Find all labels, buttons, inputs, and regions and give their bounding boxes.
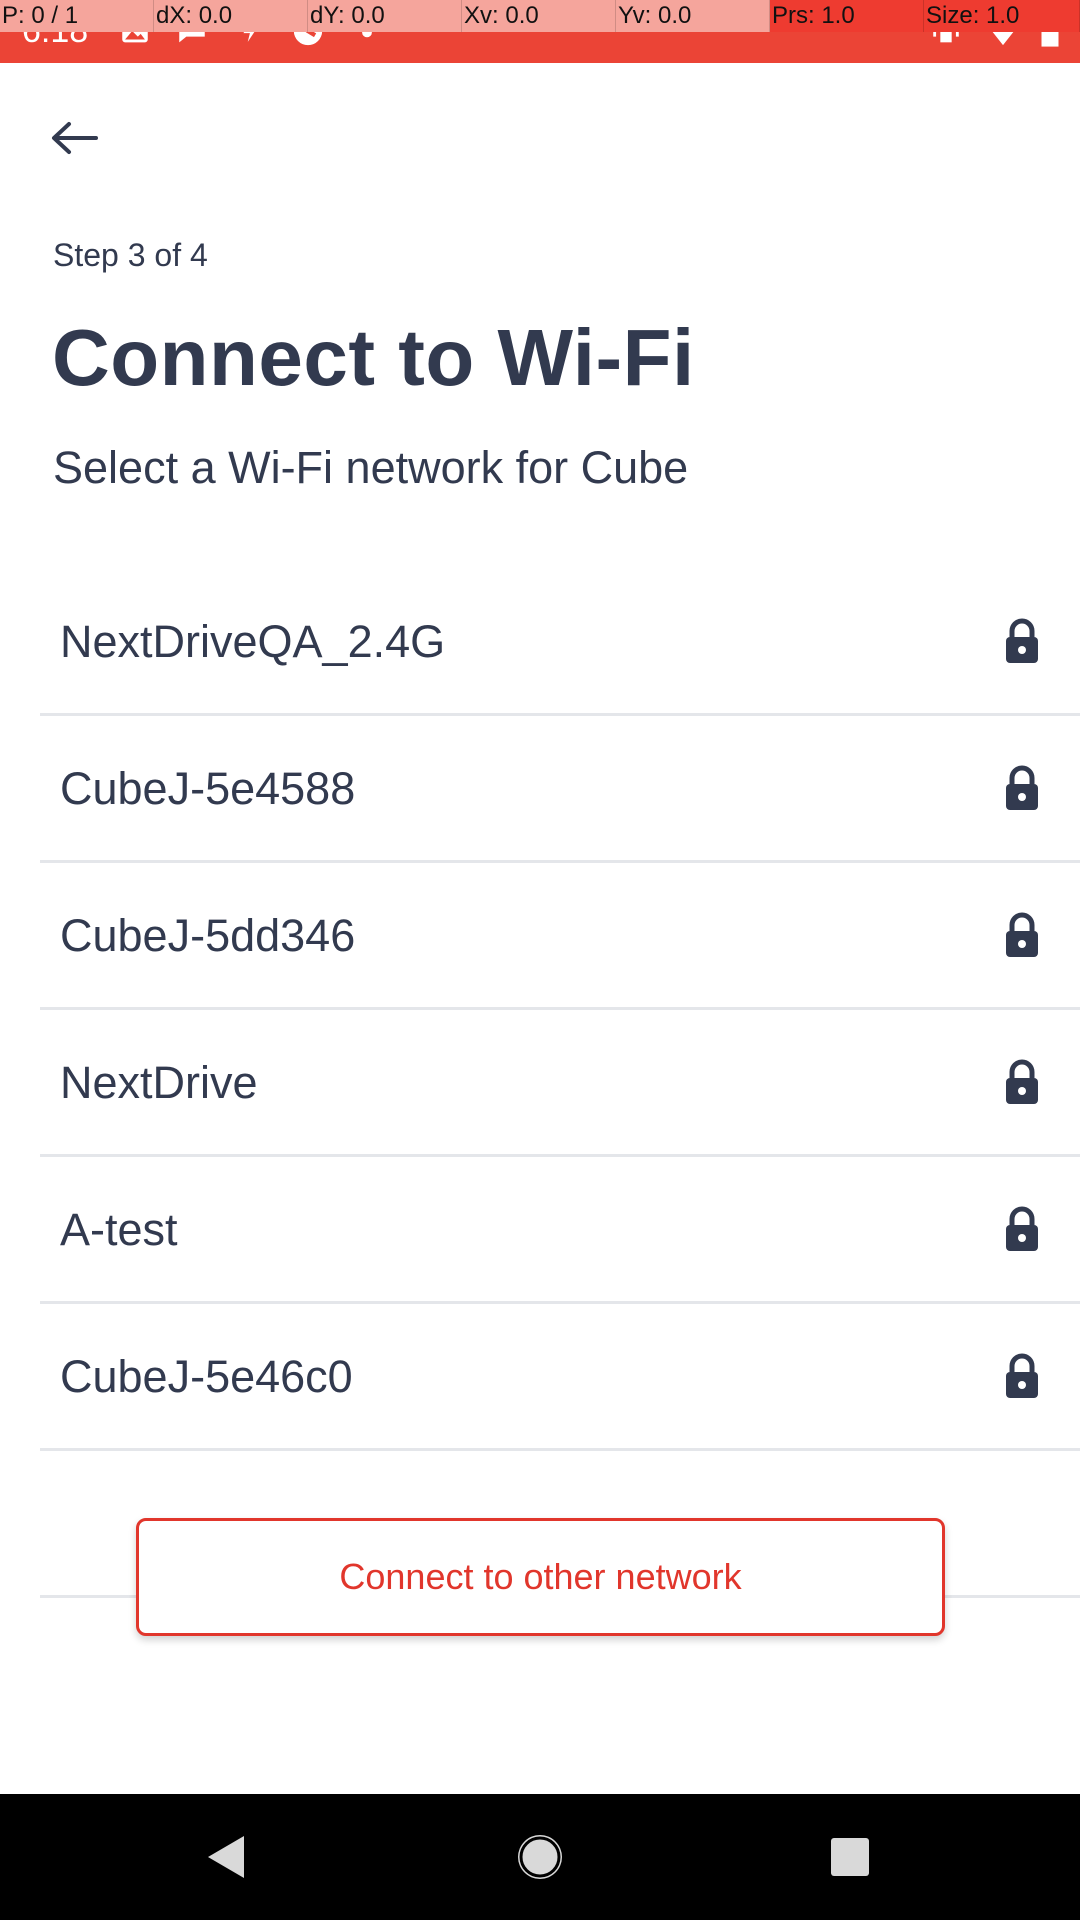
page-subtitle: Select a Wi-Fi network for Cube (53, 442, 689, 493)
lock-icon (1006, 1059, 1038, 1104)
network-name: NextDrive (60, 1057, 258, 1108)
network-item[interactable]: NextDriveQA_2.4G (40, 569, 1080, 716)
connect-other-network-button[interactable]: Connect to other network (136, 1518, 945, 1636)
lock-icon (1006, 618, 1038, 663)
page-title: Connect to Wi-Fi (52, 313, 695, 402)
nav-recents-icon (831, 1838, 869, 1876)
network-item[interactable]: CubeJ-5e46c0 (40, 1304, 1080, 1451)
debug-pointer: P: 0 / 1 (0, 0, 154, 32)
network-name: NextDriveQA_2.4G (60, 616, 446, 667)
debug-dy: dY: 0.0 (308, 0, 462, 32)
network-list: NextDriveQA_2.4G CubeJ-5e4588 CubeJ-5dd3… (40, 569, 1080, 1598)
network-item[interactable]: CubeJ-5dd346 (40, 863, 1080, 1010)
system-nav-bar (0, 1794, 1080, 1920)
lock-icon (1006, 912, 1038, 957)
network-name: A-test (60, 1204, 178, 1255)
connect-other-network-label: Connect to other network (339, 1556, 742, 1597)
nav-back-button[interactable] (190, 1824, 260, 1890)
network-name: CubeJ-5dd346 (60, 910, 356, 961)
debug-xv: Xv: 0.0 (462, 0, 616, 32)
lock-icon (1006, 1353, 1038, 1398)
nav-recents-button[interactable] (815, 1824, 885, 1890)
nav-home-icon (518, 1835, 562, 1879)
network-name: CubeJ-5e46c0 (60, 1351, 353, 1402)
debug-pressure: Prs: 1.0 (770, 0, 924, 32)
back-button[interactable] (40, 110, 108, 166)
status-bar: 6:18 P: 0 / 1 dX: 0.0 dY: 0.0 Xv: 0.0 Yv… (0, 0, 1080, 63)
network-item[interactable]: CubeJ-5e4588 (40, 716, 1080, 863)
lock-icon (1006, 1206, 1038, 1251)
nav-home-button[interactable] (505, 1824, 575, 1890)
debug-yv: Yv: 0.0 (616, 0, 770, 32)
step-indicator: Step 3 of 4 (53, 237, 208, 273)
pointer-debug-overlay: P: 0 / 1 dX: 0.0 dY: 0.0 Xv: 0.0 Yv: 0.0… (0, 0, 1080, 32)
network-item[interactable]: NextDrive (40, 1010, 1080, 1157)
lock-icon (1006, 765, 1038, 810)
network-name: CubeJ-5e4588 (60, 763, 356, 814)
network-item[interactable]: A-test (40, 1157, 1080, 1304)
debug-size: Size: 1.0 (924, 0, 1080, 32)
nav-back-icon (208, 1836, 244, 1878)
debug-dx: dX: 0.0 (154, 0, 308, 32)
arrow-left-icon (52, 122, 98, 154)
